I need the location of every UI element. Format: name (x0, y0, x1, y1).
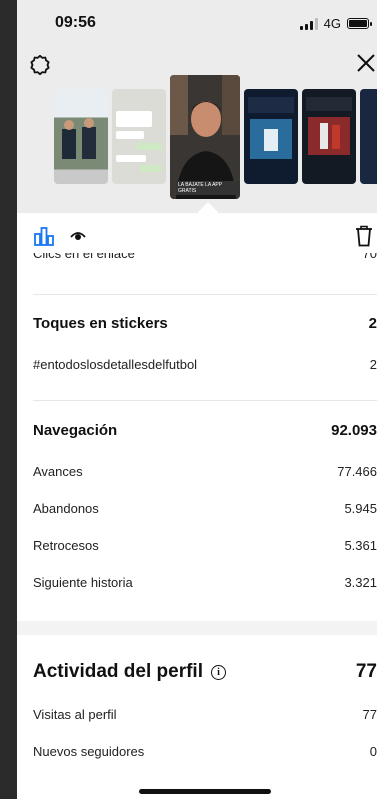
story-caption: LA BAJATE LA APP GRATIS (176, 181, 240, 195)
phone-screen: 09:56 4G LA BAJATE LA APP GRATIS Clics e… (17, 0, 377, 799)
metric-value: 77 (362, 707, 377, 722)
section-title-wrap: Actividad del perfil i (33, 661, 226, 683)
metric-label: Retrocesos (33, 538, 99, 553)
story-thumbnail[interactable] (244, 89, 298, 184)
delete-trash-icon[interactable] (355, 225, 373, 247)
metric-label: #entodoslosdetallesdelfutbol (33, 357, 198, 372)
network-label: 4G (323, 16, 341, 31)
metric-row-link-clicks: Clics en el enlace 70 (33, 253, 377, 265)
sticker-taps-header: Toques en stickers 2 (33, 315, 377, 332)
metric-row-exits: Abandonos 5.945 (33, 501, 377, 516)
story-preview-header: 09:56 4G LA BAJATE LA APP GRATIS (17, 0, 377, 213)
info-icon[interactable]: i (210, 664, 226, 680)
home-indicator[interactable] (139, 789, 271, 794)
divider (33, 400, 377, 401)
viewers-eye-icon[interactable] (70, 228, 86, 244)
metric-value: 77.466 (337, 464, 377, 479)
story-thumbnail[interactable] (112, 89, 166, 184)
section-total: 2 (368, 315, 377, 332)
status-indicators: 4G (299, 16, 372, 31)
profile-activity-header: Actividad del perfil i 77 (33, 661, 377, 683)
divider (33, 294, 377, 295)
section-total: 92.093 (331, 422, 377, 439)
left-edge (0, 0, 17, 799)
status-time: 09:56 (55, 14, 96, 31)
metric-row-hashtag-sticker: #entodoslosdetallesdelfutbol 2 (33, 357, 377, 372)
story-thumbnail-selected[interactable]: LA BAJATE LA APP GRATIS (170, 75, 240, 199)
metric-value: 0 (369, 744, 377, 759)
metric-label: Clics en el enlace (33, 253, 135, 261)
section-title: Toques en stickers (33, 315, 168, 332)
metric-row-next-story: Siguiente historia 3.321 (33, 575, 377, 590)
metric-label: Avances (33, 464, 83, 479)
metric-row-new-followers: Nuevos seguidores 0 (33, 744, 377, 759)
metric-value: 70 (362, 253, 377, 261)
story-thumbnail[interactable] (302, 89, 356, 184)
metric-label: Siguiente historia (33, 575, 133, 590)
metric-value: 3.321 (344, 575, 377, 590)
insights-bar-chart-icon[interactable] (33, 225, 55, 247)
story-thumbnail-partial[interactable] (360, 89, 377, 184)
settings-icon[interactable] (29, 54, 51, 76)
signal-icon (299, 17, 318, 30)
section-title: Navegación (33, 422, 118, 439)
section-separator (17, 621, 377, 635)
metric-row-forward: Avances 77.466 (33, 464, 377, 479)
metric-value: 2 (369, 357, 377, 372)
metric-value: 5.945 (344, 501, 377, 516)
section-title: Actividad del perfil (33, 661, 203, 682)
status-bar: 09:56 4G (17, 0, 377, 44)
metric-value: 5.361 (344, 538, 377, 553)
battery-icon (347, 18, 372, 29)
story-thumbnail[interactable] (54, 89, 108, 184)
metric-row-back: Retrocesos 5.361 (33, 538, 377, 553)
insights-metrics: Clics en el enlace 70 Toques en stickers… (17, 253, 377, 799)
section-total: 77 (355, 661, 377, 682)
close-icon[interactable] (355, 52, 377, 74)
metric-row-profile-visits: Visitas al perfil 77 (33, 707, 377, 722)
metric-label: Visitas al perfil (33, 707, 117, 722)
navigation-header: Navegación 92.093 (33, 422, 377, 439)
metric-label: Nuevos seguidores (33, 744, 145, 759)
metric-label: Abandonos (33, 501, 99, 516)
